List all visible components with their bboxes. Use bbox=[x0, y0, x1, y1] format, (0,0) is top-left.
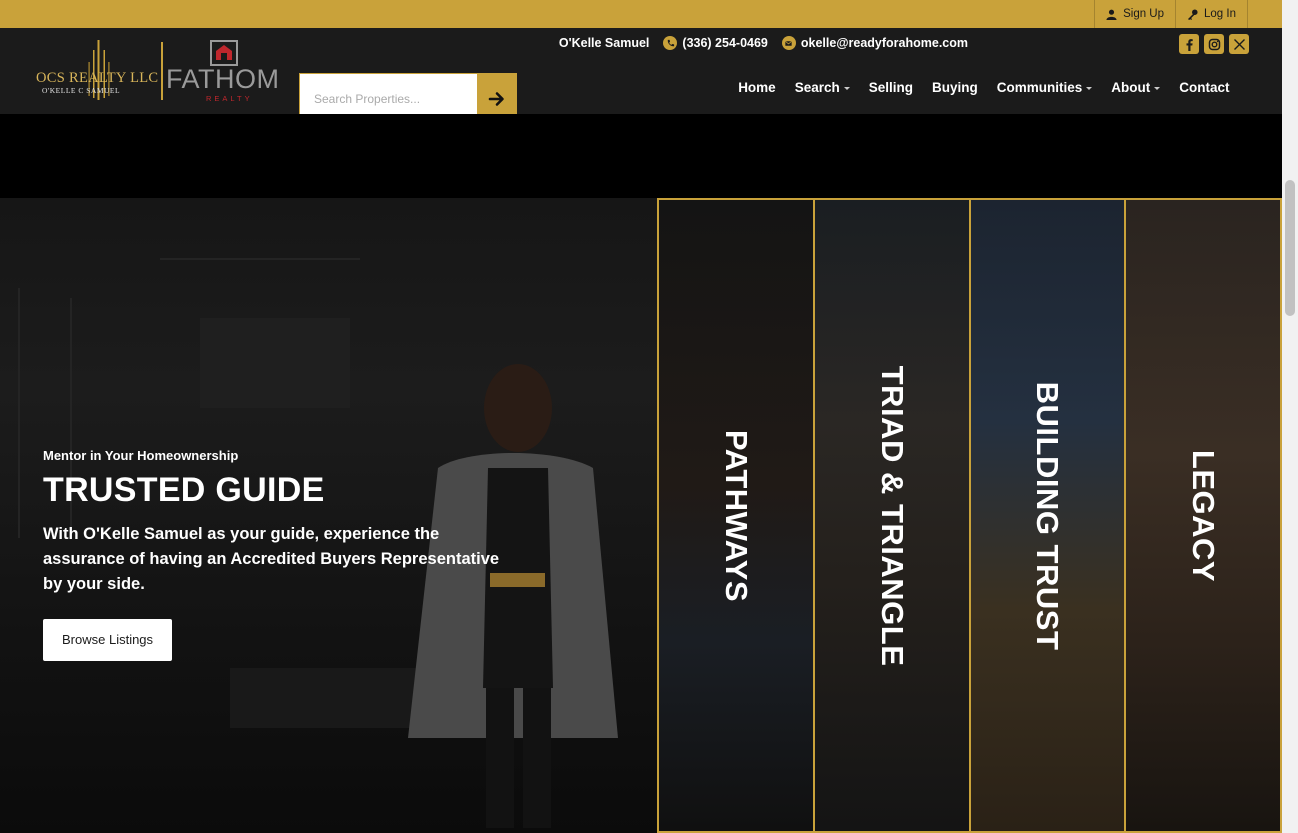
panel-pathways[interactable]: PATHWAYS bbox=[657, 198, 815, 833]
browse-listings-button[interactable]: Browse Listings bbox=[43, 619, 173, 661]
panel-building-trust-label: BUILDING TRUST bbox=[1030, 381, 1066, 650]
nav-communities-label: Communities bbox=[996, 80, 1083, 95]
ocs-logo-subtitle: O'KELLE C SAMUEL bbox=[42, 86, 121, 95]
hero-title: TRUSTED GUIDE bbox=[43, 471, 325, 509]
nav-search-label: Search bbox=[794, 80, 840, 95]
arrow-right-icon bbox=[488, 91, 504, 106]
instagram-icon bbox=[1208, 38, 1220, 50]
email-icon bbox=[781, 36, 796, 50]
feature-panels: PATHWAYS TRIAD & TRIANGLE BUILDING TRUST… bbox=[657, 198, 1282, 833]
x-icon bbox=[1233, 38, 1245, 50]
panel-building-trust[interactable]: BUILDING TRUST bbox=[968, 198, 1127, 833]
nav-buying[interactable]: Buying bbox=[923, 80, 988, 95]
phone-item[interactable]: (336) 254-0469 bbox=[663, 36, 768, 50]
top-bar: Sign Up Log In bbox=[0, 0, 1282, 28]
page-scrollbar[interactable] bbox=[1282, 0, 1298, 833]
facebook-icon bbox=[1186, 38, 1193, 51]
nav-contact-label: Contact bbox=[1179, 80, 1230, 95]
ocs-realty-logo[interactable]: OCS REALTY LLC O'KELLE C SAMUEL bbox=[36, 40, 160, 102]
agent-name-item: O'Kelle Samuel bbox=[559, 36, 650, 50]
logo-divider bbox=[161, 42, 163, 100]
instagram-link[interactable] bbox=[1204, 34, 1224, 54]
nav-about[interactable]: About bbox=[1102, 80, 1170, 95]
phone-icon bbox=[663, 36, 678, 50]
nav-buying-label: Buying bbox=[932, 80, 978, 95]
nav-home-label: Home bbox=[738, 80, 776, 95]
main-nav: Home Search Selling Buying Communities A… bbox=[729, 80, 1239, 95]
chevron-down-icon bbox=[1154, 87, 1161, 90]
key-icon bbox=[1187, 8, 1198, 20]
nav-contact[interactable]: Contact bbox=[1170, 80, 1239, 95]
sign-up-button[interactable]: Sign Up bbox=[1094, 0, 1175, 28]
contact-info: O'Kelle Samuel (336) 254-0469 okelle@rea… bbox=[559, 36, 968, 50]
nav-home[interactable]: Home bbox=[729, 80, 786, 95]
panel-legacy[interactable]: LEGACY bbox=[1124, 198, 1282, 833]
nav-selling[interactable]: Selling bbox=[859, 80, 922, 95]
fathom-logo-name: FATHOM bbox=[166, 64, 280, 94]
nav-about-label: About bbox=[1111, 80, 1151, 95]
email-item[interactable]: okelle@readyforahome.com bbox=[781, 36, 968, 50]
x-link[interactable] bbox=[1229, 34, 1249, 54]
hero-description: With O'Kelle Samuel as your guide, exper… bbox=[43, 525, 500, 593]
hero-kicker: Mentor in Your Homeownership bbox=[43, 448, 239, 463]
nav-communities[interactable]: Communities bbox=[987, 80, 1102, 95]
panel-triad-triangle-label: TRIAD & TRIANGLE bbox=[874, 365, 910, 666]
hero-section: Mentor in Your Homeownership TRUSTED GUI… bbox=[0, 114, 1282, 833]
fathom-logo-subtitle: REALTY bbox=[206, 94, 253, 103]
panel-triad-triangle[interactable]: TRIAD & TRIANGLE bbox=[812, 198, 971, 833]
log-in-button[interactable]: Log In bbox=[1175, 0, 1248, 28]
user-icon bbox=[1106, 9, 1117, 20]
social-links bbox=[1179, 34, 1249, 54]
sign-up-label: Sign Up bbox=[1123, 8, 1165, 20]
panel-pathways-label: PATHWAYS bbox=[718, 429, 754, 602]
nav-selling-label: Selling bbox=[868, 80, 913, 95]
panel-legacy-label: LEGACY bbox=[1186, 449, 1222, 582]
agent-name: O'Kelle Samuel bbox=[558, 36, 650, 50]
nav-search[interactable]: Search bbox=[785, 80, 859, 95]
chevron-down-icon bbox=[843, 87, 850, 90]
fathom-realty-logo[interactable]: FATHOM REALTY bbox=[166, 38, 284, 104]
log-in-label: Log In bbox=[1204, 8, 1236, 20]
email-address: okelle@readyforahome.com bbox=[800, 36, 968, 50]
ocs-logo-name: OCS REALTY LLC bbox=[36, 70, 159, 86]
scrollbar-thumb[interactable] bbox=[1285, 180, 1295, 316]
hero-content: Mentor in Your Homeownership TRUSTED GUI… bbox=[43, 448, 513, 661]
chevron-down-icon bbox=[1086, 87, 1093, 90]
fathom-house-icon bbox=[210, 40, 238, 66]
phone-number: (336) 254-0469 bbox=[682, 36, 768, 50]
auth-links: Sign Up Log In bbox=[1094, 0, 1248, 28]
facebook-link[interactable] bbox=[1179, 34, 1199, 54]
